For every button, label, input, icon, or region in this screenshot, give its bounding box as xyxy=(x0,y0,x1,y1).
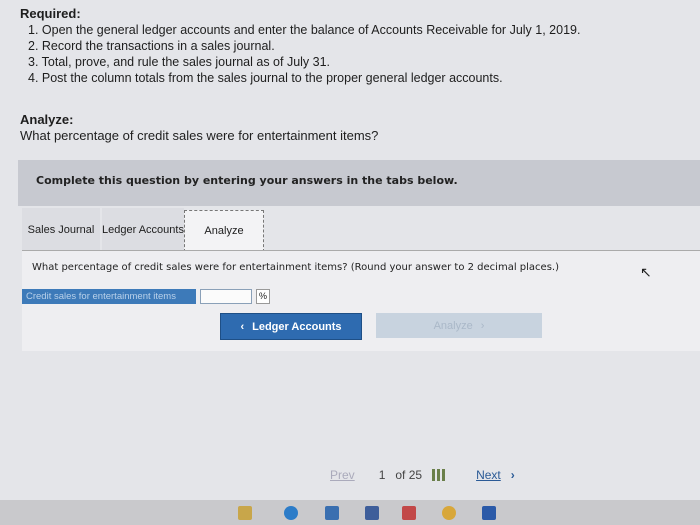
answer-label: Credit sales for entertainment items xyxy=(22,288,196,304)
banner-text: Complete this question by entering your … xyxy=(36,174,458,187)
mouse-cursor-icon: ↖ xyxy=(640,264,652,280)
next-tab-label: Analyze xyxy=(433,319,473,332)
file-explorer-icon[interactable] xyxy=(238,506,252,520)
page-total: of 25 xyxy=(395,468,423,482)
chevron-right-icon: › xyxy=(480,319,485,332)
tab-sales-journal[interactable]: Sales Journal xyxy=(22,208,100,252)
answer-row: Credit sales for entertainment items % xyxy=(22,288,270,304)
prev-tab-button[interactable]: ‹ Ledger Accounts xyxy=(220,313,362,340)
taskbar xyxy=(0,500,700,525)
instructions-banner: Complete this question by entering your … xyxy=(18,160,700,206)
next-tab-button[interactable]: Analyze › xyxy=(376,313,542,338)
tab-ledger-accounts[interactable]: Ledger Accounts xyxy=(102,208,184,252)
analyze-question: What percentage of credit sales were for… xyxy=(20,128,379,143)
chevron-left-icon: ‹ xyxy=(240,320,245,333)
mail-icon[interactable] xyxy=(365,506,379,520)
grid-view-icon[interactable] xyxy=(432,469,447,481)
prev-question-link[interactable]: Prev xyxy=(330,468,355,482)
prev-tab-label: Ledger Accounts xyxy=(252,320,342,333)
required-item: 3. Total, prove, and rule the sales jour… xyxy=(28,55,331,69)
required-item: 4. Post the column totals from the sales… xyxy=(28,71,503,85)
required-section: Required: 1. Open the general ledger acc… xyxy=(20,6,580,86)
analyze-section: Analyze: What percentage of credit sales… xyxy=(20,112,378,144)
analyze-heading: Analyze: xyxy=(20,112,74,127)
chevron-right-icon[interactable]: › xyxy=(511,468,515,482)
edge-browser-icon[interactable] xyxy=(284,506,298,520)
pager: Prev 1 of 25 Next › xyxy=(330,468,515,482)
required-heading: Required: xyxy=(20,6,81,21)
app-icon[interactable] xyxy=(402,506,416,520)
percent-unit: % xyxy=(256,288,270,304)
required-list: 1. Open the general ledger accounts and … xyxy=(20,22,580,86)
required-item: 2. Record the transactions in a sales jo… xyxy=(28,39,275,53)
tab-analyze[interactable]: Analyze xyxy=(184,210,264,252)
panel-question: What percentage of credit sales were for… xyxy=(32,262,559,273)
required-item: 1. Open the general ledger accounts and … xyxy=(28,23,581,37)
chrome-icon[interactable] xyxy=(442,506,456,520)
store-icon[interactable] xyxy=(325,506,339,520)
word-icon[interactable] xyxy=(482,506,496,520)
next-question-link[interactable]: Next xyxy=(476,468,501,482)
browser-viewport: Required: 1. Open the general ledger acc… xyxy=(0,0,700,500)
page-current: 1 xyxy=(378,468,386,482)
percentage-input[interactable] xyxy=(200,288,252,304)
tab-bar: Sales Journal Ledger Accounts Analyze xyxy=(22,208,700,253)
